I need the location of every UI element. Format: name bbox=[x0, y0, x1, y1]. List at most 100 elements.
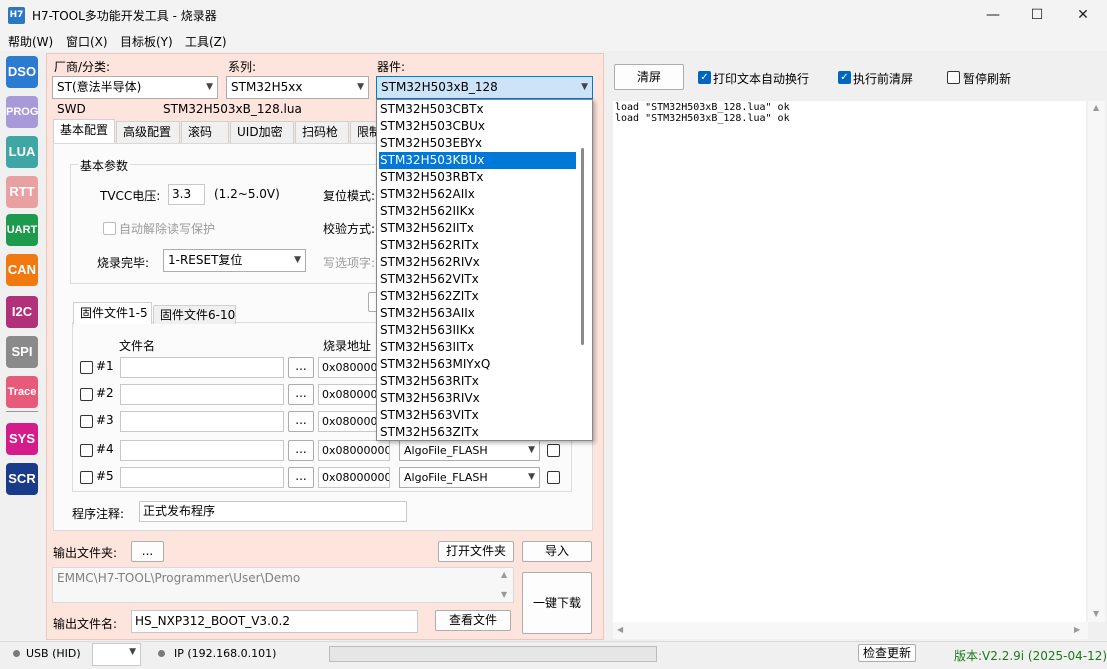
device-list-item[interactable]: STM32H503EBYx bbox=[379, 135, 576, 152]
sidebar-button-can[interactable]: CAN bbox=[6, 254, 38, 286]
device-list-item[interactable]: STM32H562IIKx bbox=[379, 203, 576, 220]
menu-help[interactable]: 帮助(W) bbox=[8, 33, 53, 50]
after-burn-combo[interactable]: 1-RESET复位 ▼ bbox=[163, 249, 306, 272]
sidebar-button-i2c[interactable]: I2C bbox=[6, 296, 38, 328]
tab-basic[interactable]: 基本配置 bbox=[53, 119, 115, 143]
firmware-browse-button[interactable]: ... bbox=[288, 467, 314, 488]
program-note-input[interactable]: 正式发布程序 bbox=[139, 501, 407, 522]
sidebar-button-trace[interactable]: Trace bbox=[6, 376, 38, 408]
sidebar-button-spi[interactable]: SPI bbox=[6, 336, 38, 368]
firmware-enable-checkbox[interactable] bbox=[80, 415, 93, 428]
output-folder-browse-button[interactable]: ... bbox=[131, 541, 164, 562]
device-list-item[interactable]: STM32H563MIYxQ bbox=[379, 356, 576, 373]
menu-window[interactable]: 窗口(X) bbox=[66, 33, 108, 50]
import-button[interactable]: 导入 bbox=[522, 541, 592, 562]
open-folder-button[interactable]: 打开文件夹 bbox=[438, 541, 514, 562]
firmware-algo-combo[interactable]: AlgoFile_FLASH ▼ bbox=[399, 440, 540, 461]
scroll-up-icon[interactable]: ▲ bbox=[1093, 103, 1099, 112]
firmware-option-checkbox[interactable] bbox=[547, 444, 560, 457]
auto-unlock-label: 自动解除读写保护 bbox=[119, 222, 216, 236]
maximize-button[interactable]: ☐ bbox=[1014, 0, 1060, 31]
device-list-item[interactable]: STM32H562VITx bbox=[379, 271, 576, 288]
series-combo[interactable]: STM32H5xx ▼ bbox=[226, 76, 369, 99]
device-list-item[interactable]: STM32H563AIIx bbox=[379, 305, 576, 322]
view-file-button[interactable]: 查看文件 bbox=[435, 610, 511, 631]
device-list-item[interactable]: STM32H563RIVx bbox=[379, 390, 576, 407]
device-dropdown-list[interactable]: STM32H503CBTx STM32H503CBUx STM32H503EBYx S… bbox=[376, 99, 593, 441]
wrap-checkbox[interactable]: ✓ bbox=[698, 71, 711, 84]
device-list-item[interactable]: STM32H503KBUx bbox=[379, 152, 576, 169]
scroll-up-icon[interactable]: ▲ bbox=[501, 570, 507, 579]
tab-firmware-6-10[interactable]: 固件文件6-10 bbox=[153, 305, 236, 324]
firmware-file-input[interactable] bbox=[120, 357, 284, 378]
tab-rolling-code[interactable]: 滚码 bbox=[181, 121, 229, 143]
device-list-item[interactable]: STM32H562AIIx bbox=[379, 186, 576, 203]
device-list-item[interactable]: STM32H563ZITx bbox=[379, 424, 576, 441]
clear-screen-button[interactable]: 清屏 bbox=[614, 64, 684, 90]
sidebar-button-prog[interactable]: PROG bbox=[6, 96, 38, 128]
sidebar-button-dso[interactable]: DSO bbox=[6, 56, 38, 88]
sidebar-button-lua[interactable]: LUA bbox=[6, 136, 38, 168]
tab-advanced[interactable]: 高级配置 bbox=[116, 121, 180, 143]
firmware-enable-checkbox[interactable] bbox=[80, 444, 93, 457]
firmware-file-input[interactable] bbox=[120, 411, 284, 432]
sidebar-button-sys[interactable]: SYS bbox=[6, 423, 38, 455]
device-list-item[interactable]: STM32H562ZITx bbox=[379, 288, 576, 305]
vendor-combo[interactable]: ST(意法半导体) ▼ bbox=[52, 76, 218, 99]
dropdown-scrollbar[interactable] bbox=[581, 148, 584, 345]
scroll-right-icon[interactable]: ▶ bbox=[1074, 625, 1080, 634]
output-filename-input[interactable]: HS_NXP312_BOOT_V3.0.2 bbox=[131, 610, 418, 633]
vcc-input[interactable]: 3.3 bbox=[168, 184, 205, 205]
firmware-address-input[interactable]: 0x08000000 bbox=[318, 467, 390, 488]
firmware-browse-button[interactable]: ... bbox=[288, 357, 314, 378]
tab-firmware-1-5[interactable]: 固件文件1-5 bbox=[73, 302, 152, 324]
device-list-item[interactable]: STM32H503CBTx bbox=[379, 101, 576, 118]
tab-uid-encrypt[interactable]: UID加密 bbox=[230, 121, 294, 143]
close-button[interactable]: ✕ bbox=[1060, 0, 1106, 31]
device-combo[interactable]: STM32H503xB_128 ▼ bbox=[376, 76, 593, 99]
check-update-button[interactable]: 检查更新 bbox=[858, 644, 916, 662]
device-list-item[interactable]: STM32H563RITx bbox=[379, 373, 576, 390]
firmware-file-input[interactable] bbox=[120, 384, 284, 405]
firmware-enable-checkbox[interactable] bbox=[80, 388, 93, 401]
tab-scanner[interactable]: 扫码枪 bbox=[295, 121, 349, 143]
auto-unlock-checkbox[interactable] bbox=[103, 222, 116, 235]
firmware-option-checkbox[interactable] bbox=[547, 471, 560, 484]
firmware-file-input[interactable] bbox=[120, 440, 284, 461]
log-vertical-scrollbar[interactable]: ▲ ▼ bbox=[1088, 101, 1105, 622]
clear-before-checkbox[interactable]: ✓ bbox=[838, 71, 851, 84]
port-combo[interactable]: ▼ bbox=[92, 643, 141, 666]
log-text[interactable]: load "STM32H503xB_128.lua" ok load "STM3… bbox=[613, 101, 1086, 622]
log-horizontal-scrollbar[interactable]: ◀ ▶ bbox=[613, 622, 1088, 639]
firmware-file-input[interactable] bbox=[120, 467, 284, 488]
scroll-down-icon[interactable]: ▼ bbox=[1093, 609, 1099, 618]
minimize-button[interactable]: — bbox=[970, 0, 1016, 31]
firmware-address-input[interactable]: 0x08000000 bbox=[318, 440, 390, 461]
sidebar-button-uart[interactable]: UART bbox=[6, 214, 38, 246]
one-click-download-button[interactable]: 一键下载 bbox=[522, 572, 592, 634]
menu-target[interactable]: 目标板(Y) bbox=[120, 33, 173, 50]
device-list-item[interactable]: STM32H563IITx bbox=[379, 339, 576, 356]
firmware-enable-checkbox[interactable] bbox=[80, 471, 93, 484]
device-list-item[interactable]: STM32H563IIKx bbox=[379, 322, 576, 339]
device-list-item[interactable]: STM32H563VITx bbox=[379, 407, 576, 424]
device-list-item[interactable]: STM32H503RBTx bbox=[379, 169, 576, 186]
firmware-enable-checkbox[interactable] bbox=[80, 361, 93, 374]
clear-before-label: 执行前清屏 bbox=[853, 72, 914, 86]
sidebar-button-rtt[interactable]: RTT bbox=[6, 176, 38, 208]
chevron-down-icon: ▼ bbox=[206, 82, 213, 92]
output-path: EMMC\H7-TOOL\Programmer\User\Demo bbox=[57, 571, 301, 585]
scroll-left-icon[interactable]: ◀ bbox=[617, 625, 623, 634]
device-list-item[interactable]: STM32H503CBUx bbox=[379, 118, 576, 135]
firmware-browse-button[interactable]: ... bbox=[288, 440, 314, 461]
device-list-item[interactable]: STM32H562RITx bbox=[379, 237, 576, 254]
menu-tools[interactable]: 工具(Z) bbox=[185, 33, 227, 50]
scroll-down-icon[interactable]: ▼ bbox=[501, 590, 507, 599]
device-list-item[interactable]: STM32H562RIVx bbox=[379, 254, 576, 271]
firmware-browse-button[interactable]: ... bbox=[288, 384, 314, 405]
firmware-browse-button[interactable]: ... bbox=[288, 411, 314, 432]
sidebar-button-scr[interactable]: SCR bbox=[6, 463, 38, 495]
firmware-algo-combo[interactable]: AlgoFile_FLASH ▼ bbox=[399, 467, 540, 488]
pause-checkbox[interactable] bbox=[947, 71, 960, 84]
device-list-item[interactable]: STM32H562IITx bbox=[379, 220, 576, 237]
